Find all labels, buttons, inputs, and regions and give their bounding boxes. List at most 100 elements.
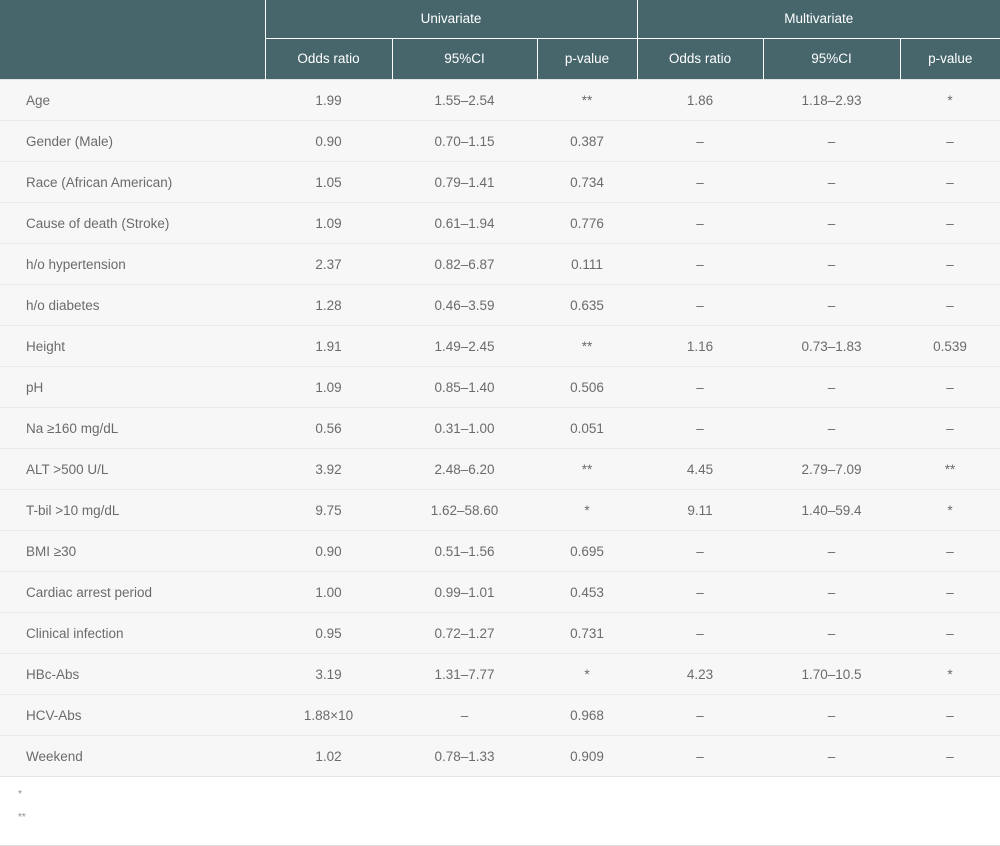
cell-multivariate-ci: – [763,284,900,326]
cell-multivariate-ci: – [763,530,900,572]
cell-multivariate-odds-ratio: – [637,366,763,408]
cell-univariate-odds-ratio: 1.99 [265,79,392,121]
table-row: HCV-Abs 1.88×10–0.968– – – [0,694,1000,736]
cell-univariate-ci: 1.55–2.54 [392,79,537,121]
cell-univariate-ci: – [392,694,537,736]
cell-multivariate-p-value: – [900,612,1000,654]
cell-multivariate-p-value: 0.539 [900,325,1000,367]
group-header-row: Univariate Multivariate [0,0,1000,80]
table-row: Clinical infection 0.95 0.72–1.27 0.731– – – [0,612,1000,654]
row-label: ALT >500 U/L [0,448,265,490]
cell-multivariate-p-value: * [900,79,1000,121]
cell-multivariate-ci: – [763,366,900,408]
cell-univariate-ci: 0.82–6.87 [392,243,537,285]
cell-univariate-odds-ratio: 1.28 [265,284,392,326]
cell-multivariate-odds-ratio: – [637,243,763,285]
col-header-univariate-odds-ratio: Odds ratio [264,38,392,80]
table-footnotes: * ** [0,777,1000,846]
row-header-corner [0,0,265,80]
cell-multivariate-odds-ratio: 4.23 [637,653,763,695]
cell-multivariate-odds-ratio: 1.16 [637,325,763,367]
cell-univariate-odds-ratio: 2.37 [265,243,392,285]
cell-multivariate-ci: – [763,243,900,285]
cell-univariate-odds-ratio: 3.19 [265,653,392,695]
cell-univariate-odds-ratio: 9.75 [265,489,392,531]
row-label: h/o hypertension [0,243,265,285]
table-body: Age 1.99 1.55–2.54 ** 1.86 1.18–2.93 * Gender (… [0,79,1000,777]
cell-multivariate-odds-ratio: 1.86 [637,79,763,121]
cell-univariate-odds-ratio: 0.56 [265,407,392,449]
table-row: BMI ≥30 0.90 0.51–1.56 0.695– – – [0,530,1000,572]
cell-multivariate-ci: 2.79–7.09 [763,448,900,490]
cell-univariate-ci: 0.61–1.94 [392,202,537,244]
cell-multivariate-p-value: * [900,653,1000,695]
cell-multivariate-odds-ratio: – [637,612,763,654]
cell-multivariate-odds-ratio: – [637,530,763,572]
cell-univariate-odds-ratio: 1.00 [265,571,392,613]
row-label: T-bil >10 mg/dL [0,489,265,531]
cell-univariate-p-value: 0.506 [537,366,637,408]
cell-univariate-ci: 0.79–1.41 [392,161,537,203]
cell-multivariate-ci: – [763,571,900,613]
cell-multivariate-ci: – [763,161,900,203]
row-label: HBc-Abs [0,653,265,695]
cell-multivariate-p-value: – [900,407,1000,449]
col-header-univariate-p-value: p-value [536,38,637,80]
table-row: h/o diabetes 1.28 0.46–3.59 0.635– – – [0,284,1000,326]
cell-multivariate-p-value: – [900,120,1000,162]
cell-multivariate-ci: – [763,120,900,162]
cell-univariate-p-value: 0.051 [537,407,637,449]
row-label: Cause of death (Stroke) [0,202,265,244]
cell-multivariate-p-value: – [900,366,1000,408]
table-row: HBc-Abs 3.19 1.31–7.77 * 4.23 1.70–10.5 * [0,653,1000,695]
table-row: T-bil >10 mg/dL 9.75 1.62–58.60 * 9.11 1.40–5… [0,489,1000,531]
cell-univariate-p-value: 0.111 [537,243,637,285]
col-header-multivariate-odds-ratio: Odds ratio [636,38,763,80]
cell-multivariate-odds-ratio: – [637,120,763,162]
cell-multivariate-ci: 1.18–2.93 [763,79,900,121]
cell-multivariate-ci: 1.40–59.4 [763,489,900,531]
cell-multivariate-ci: – [763,735,900,777]
cell-multivariate-odds-ratio: – [637,571,763,613]
table-row: Age 1.99 1.55–2.54 ** 1.86 1.18–2.93 * [0,79,1000,121]
footnote-marker: ** [18,812,26,823]
cell-multivariate-p-value: – [900,243,1000,285]
footnote-text [22,788,25,800]
cell-univariate-p-value: 0.453 [537,571,637,613]
col-header-multivariate-ci: 95%CI [762,38,900,80]
cell-multivariate-odds-ratio: – [637,284,763,326]
table-row: Na ≥160 mg/dL 0.56 0.31–1.00 0.051– – – [0,407,1000,449]
cell-univariate-odds-ratio: 0.95 [265,612,392,654]
table-row: pH 1.09 0.85–1.40 0.506– – – [0,366,1000,408]
cell-univariate-ci: 1.62–58.60 [392,489,537,531]
row-label: Weekend [0,735,265,777]
cell-multivariate-p-value: – [900,284,1000,326]
cell-multivariate-ci: 1.70–10.5 [763,653,900,695]
cell-multivariate-ci: – [763,612,900,654]
footnote-text [26,811,29,823]
table-row: Cardiac arrest period 1.00 0.99–1.01 0.453–… [0,571,1000,613]
cell-univariate-p-value: 0.387 [537,120,637,162]
cell-univariate-p-value: 0.635 [537,284,637,326]
group-header-univariate: Univariate [264,0,637,39]
cell-univariate-p-value: 0.968 [537,694,637,736]
cell-multivariate-p-value: – [900,694,1000,736]
cell-univariate-p-value: ** [537,79,637,121]
table-row: h/o hypertension 2.37 0.82–6.87 0.111– – – [0,243,1000,285]
cell-multivariate-p-value: – [900,735,1000,777]
cell-univariate-p-value: 0.909 [537,735,637,777]
row-label: pH [0,366,265,408]
cell-univariate-odds-ratio: 1.09 [265,202,392,244]
row-label: Race (African American) [0,161,265,203]
cell-multivariate-p-value: – [900,530,1000,572]
cell-univariate-odds-ratio: 1.91 [265,325,392,367]
cell-univariate-p-value: 0.776 [537,202,637,244]
cell-univariate-ci: 1.49–2.45 [392,325,537,367]
cell-univariate-ci: 0.72–1.27 [392,612,537,654]
cell-multivariate-p-value: – [900,202,1000,244]
row-label: HCV-Abs [0,694,265,736]
cell-multivariate-odds-ratio: – [637,202,763,244]
cell-univariate-ci: 1.31–7.77 [392,653,537,695]
row-label: BMI ≥30 [0,530,265,572]
table-row: ALT >500 U/L 3.92 2.48–6.20 ** 4.45 2.79–7.09… [0,448,1000,490]
